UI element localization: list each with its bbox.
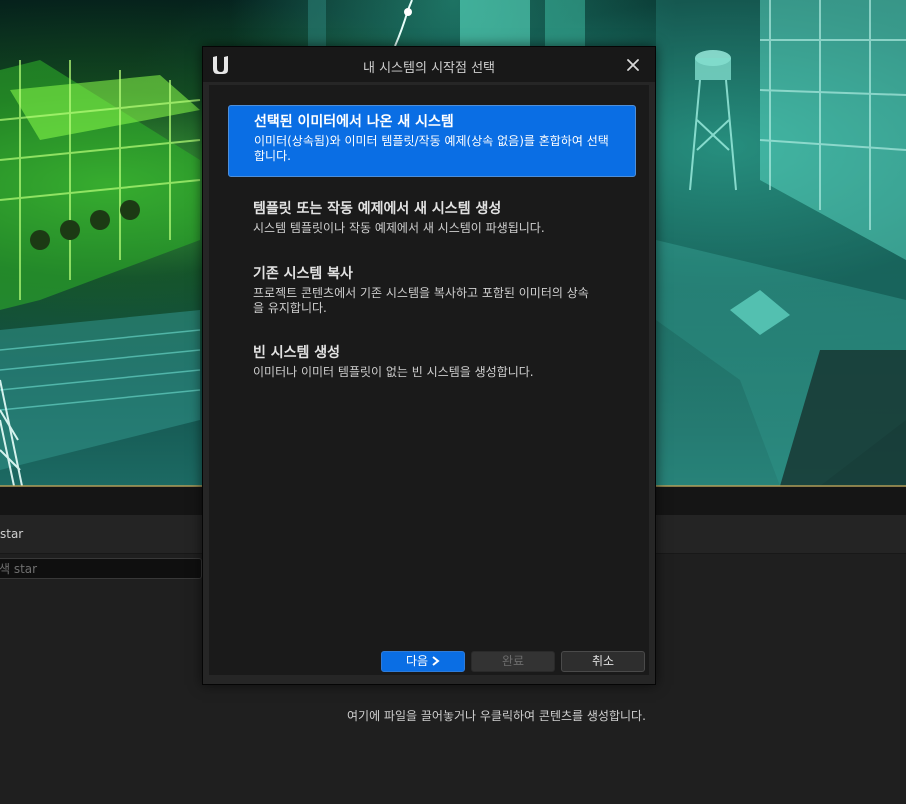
system-start-dialog: 내 시스템의 시작점 선택 선택된 이미터에서 나온 새 시스템 이미터(상속됨… [202,46,656,685]
next-button[interactable]: 다음 [381,651,465,672]
close-icon[interactable] [621,53,645,77]
cancel-button-label: 취소 [591,654,615,668]
option-title: 빈 시스템 생성 [253,345,341,361]
cancel-button[interactable]: 취소 [561,651,645,672]
option-new-from-template[interactable]: 템플릿 또는 작동 예제에서 새 시스템 생성 시스템 템플릿이나 작동 예제에… [228,193,636,243]
chevron-right-icon [432,656,440,666]
option-title: 템플릿 또는 작동 예제에서 새 시스템 생성 [253,201,502,217]
options-panel: 선택된 이미터에서 나온 새 시스템 이미터(상속됨)와 이미터 템플릿/작동 … [209,85,649,675]
dialog-title: 내 시스템의 시작점 선택 [363,61,495,76]
finish-button-label: 완료 [501,654,525,668]
option-description: 이미터(상속됨)와 이미터 템플릿/작동 예제(상속 없음)를 혼합하여 선택합… [254,134,609,163]
option-description: 시스템 템플릿이나 작동 예제에서 새 시스템이 파생됩니다. [253,221,545,235]
option-empty-system[interactable]: 빈 시스템 생성 이미터나 이미터 템플릿이 없는 빈 시스템을 생성합니다. [228,337,636,387]
option-copy-existing[interactable]: 기존 시스템 복사 프로젝트 콘텐츠에서 기존 시스템을 복사하고 포함된 이미… [228,258,636,316]
dialog-titlebar[interactable]: 내 시스템의 시작점 선택 [203,47,655,82]
content-drop-hint: 여기에 파일을 끌어놓거나 우클릭하여 콘텐츠를 생성합니다. [347,709,646,723]
next-button-label: 다음 [405,654,429,668]
option-title: 기존 시스템 복사 [253,266,353,282]
content-browser-path[interactable]: star [0,527,23,541]
finish-button[interactable]: 완료 [471,651,555,672]
option-new-from-emitters[interactable]: 선택된 이미터에서 나온 새 시스템 이미터(상속됨)와 이미터 템플릿/작동 … [228,105,636,177]
content-search-input[interactable] [0,558,202,579]
option-description: 이미터나 이미터 템플릿이 없는 빈 시스템을 생성합니다. [253,365,534,379]
option-description: 프로젝트 콘텐츠에서 기존 시스템을 복사하고 포함된 이미터의 상속을 유지합… [253,286,589,315]
option-title: 선택된 이미터에서 나온 새 시스템 [254,114,454,130]
